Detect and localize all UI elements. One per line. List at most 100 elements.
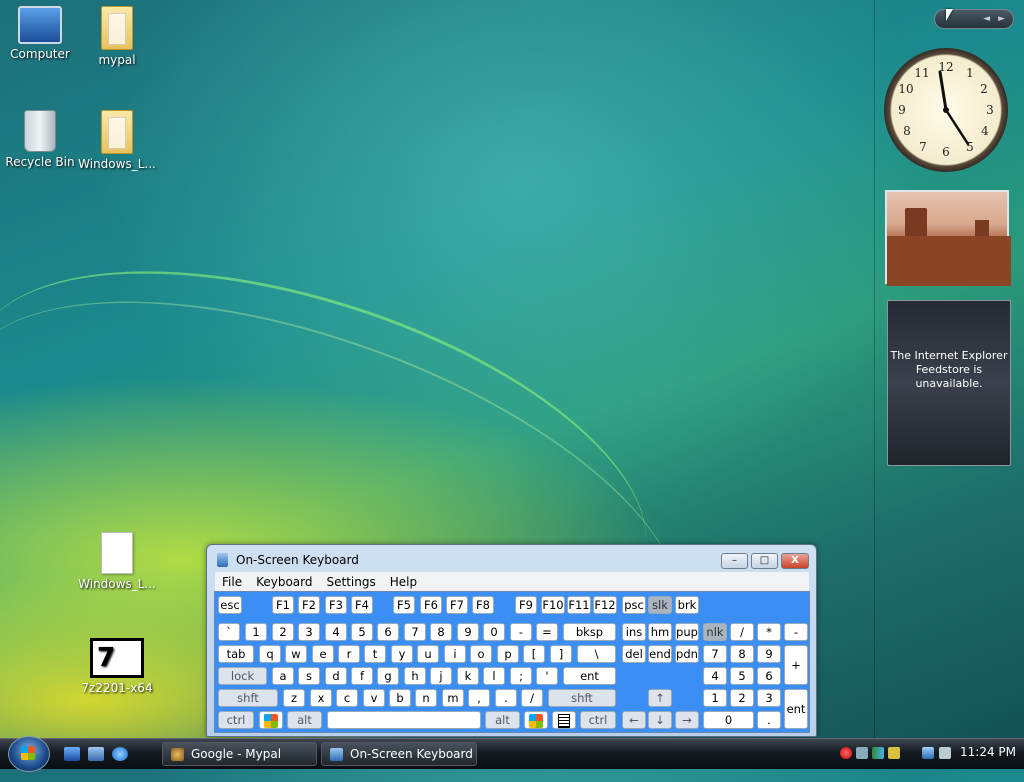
key-d[interactable]: d	[325, 667, 347, 685]
taskbar-button-mypal[interactable]: Google - Mypal	[162, 742, 317, 766]
tray-app-icon[interactable]	[872, 747, 884, 759]
key-numpad-5[interactable]: 5	[730, 667, 754, 685]
key-h[interactable]: h	[404, 667, 426, 685]
window-titlebar[interactable]: On-Screen Keyboard – □ X	[207, 545, 816, 575]
key-left-alt[interactable]: alt	[287, 711, 322, 729]
key-tab[interactable]: tab	[218, 645, 254, 663]
switch-windows-icon[interactable]	[88, 747, 104, 761]
key-brk[interactable]: brk	[675, 596, 699, 614]
key-right-arrow[interactable]: →	[675, 711, 699, 729]
key-f7[interactable]: F7	[446, 596, 468, 614]
key-t[interactable]: t	[364, 645, 386, 663]
volume-muted-icon[interactable]	[939, 747, 951, 759]
key-1[interactable]: 1	[245, 623, 267, 641]
desktop-icon-recycle-bin[interactable]: Recycle Bin	[0, 110, 80, 169]
key-f9[interactable]: F9	[515, 596, 537, 614]
key-f8[interactable]: F8	[472, 596, 494, 614]
desktop-icon-mypal[interactable]: mypal	[77, 6, 157, 67]
key-j[interactable]: j	[430, 667, 452, 685]
feed-headlines-gadget[interactable]: The Internet Explorer Feedstore is unava…	[887, 300, 1011, 466]
key-left-shift[interactable]: shft	[218, 689, 278, 707]
key-left-bracket[interactable]: [	[523, 645, 545, 663]
taskbar-button-osk[interactable]: On-Screen Keyboard	[321, 742, 477, 766]
key-6[interactable]: 6	[377, 623, 399, 641]
key-l[interactable]: l	[483, 667, 505, 685]
key-f[interactable]: f	[351, 667, 373, 685]
key-s[interactable]: s	[298, 667, 320, 685]
key-space[interactable]	[327, 711, 481, 729]
key-left-windows[interactable]	[259, 711, 283, 729]
key-right-alt[interactable]: alt	[485, 711, 520, 729]
key-g[interactable]: g	[377, 667, 399, 685]
network-icon[interactable]	[922, 747, 934, 759]
add-gadget-icon[interactable]: ◄	[983, 14, 990, 24]
key-z[interactable]: z	[283, 689, 305, 707]
key-period[interactable]: .	[495, 689, 517, 707]
key-end[interactable]: end	[648, 645, 672, 663]
key-numpad-1[interactable]: 1	[703, 689, 727, 707]
key-numpad-plus[interactable]: +	[784, 645, 808, 685]
key-ins[interactable]: ins	[622, 623, 646, 641]
key-f5[interactable]: F5	[393, 596, 415, 614]
key-e[interactable]: e	[312, 645, 334, 663]
key-numpad-divide[interactable]: /	[730, 623, 754, 641]
key-nlk[interactable]: nlk	[703, 623, 727, 641]
key-del[interactable]: del	[622, 645, 646, 663]
key-i[interactable]: i	[444, 645, 466, 663]
key-numpad-4[interactable]: 4	[703, 667, 727, 685]
key-k[interactable]: k	[457, 667, 479, 685]
desktop-icon-computer[interactable]: Computer	[0, 6, 80, 61]
menu-file[interactable]: File	[215, 575, 249, 589]
key-v[interactable]: v	[363, 689, 385, 707]
desktop-icon-7zip[interactable]: 7 7z2201-x64	[77, 638, 157, 695]
key-right-shift[interactable]: shft	[548, 689, 616, 707]
menu-keyboard[interactable]: Keyboard	[249, 575, 319, 589]
system-clock[interactable]: 11:24 PM	[960, 745, 1016, 759]
key-numpad-6[interactable]: 6	[757, 667, 781, 685]
key-right-windows[interactable]	[524, 711, 548, 729]
menu-help[interactable]: Help	[383, 575, 424, 589]
key-x[interactable]: x	[310, 689, 332, 707]
key-f12[interactable]: F12	[593, 596, 617, 614]
key-menu[interactable]	[552, 711, 576, 729]
key-numpad-8[interactable]: 8	[730, 645, 754, 663]
key-right-ctrl[interactable]: ctrl	[580, 711, 616, 729]
key-equals[interactable]: =	[536, 623, 558, 641]
slideshow-gadget[interactable]	[885, 190, 1011, 286]
key-f10[interactable]: F10	[541, 596, 565, 614]
key-p[interactable]: p	[497, 645, 519, 663]
key-numpad-multiply[interactable]: *	[757, 623, 781, 641]
key-slk[interactable]: slk	[648, 596, 672, 614]
key-numpad-subtract[interactable]: -	[784, 623, 808, 641]
key-f1[interactable]: F1	[272, 596, 294, 614]
key-9[interactable]: 9	[457, 623, 479, 641]
key-f4[interactable]: F4	[351, 596, 373, 614]
key-left-ctrl[interactable]: ctrl	[218, 711, 254, 729]
next-page-icon[interactable]: ►	[998, 14, 1005, 24]
key-esc[interactable]: esc	[218, 596, 242, 614]
menu-settings[interactable]: Settings	[320, 575, 383, 589]
key-f3[interactable]: F3	[325, 596, 347, 614]
key-3[interactable]: 3	[298, 623, 320, 641]
key-u[interactable]: u	[417, 645, 439, 663]
key-down-arrow[interactable]: ↓	[648, 711, 672, 729]
clock-gadget[interactable]: 12 1 2 3 4 5 6 7 8 9 10 11	[884, 48, 1008, 172]
key-f6[interactable]: F6	[420, 596, 442, 614]
key-pdn[interactable]: pdn	[675, 645, 699, 663]
key-right-bracket[interactable]: ]	[550, 645, 572, 663]
key-slash[interactable]: /	[521, 689, 543, 707]
action-center-icon[interactable]	[888, 747, 900, 759]
key-numpad-enter[interactable]: ent	[784, 689, 808, 729]
key-c[interactable]: c	[336, 689, 358, 707]
key-4[interactable]: 4	[325, 623, 347, 641]
key-numpad-9[interactable]: 9	[757, 645, 781, 663]
key-numpad-2[interactable]: 2	[730, 689, 754, 707]
close-button[interactable]: X	[781, 553, 809, 569]
key-semicolon[interactable]: ;	[510, 667, 532, 685]
key-enter[interactable]: ent	[563, 667, 616, 685]
key-w[interactable]: w	[285, 645, 307, 663]
key-up-arrow[interactable]: ↑	[648, 689, 672, 707]
key-comma[interactable]: ,	[468, 689, 490, 707]
key-q[interactable]: q	[259, 645, 281, 663]
key-f11[interactable]: F11	[567, 596, 591, 614]
